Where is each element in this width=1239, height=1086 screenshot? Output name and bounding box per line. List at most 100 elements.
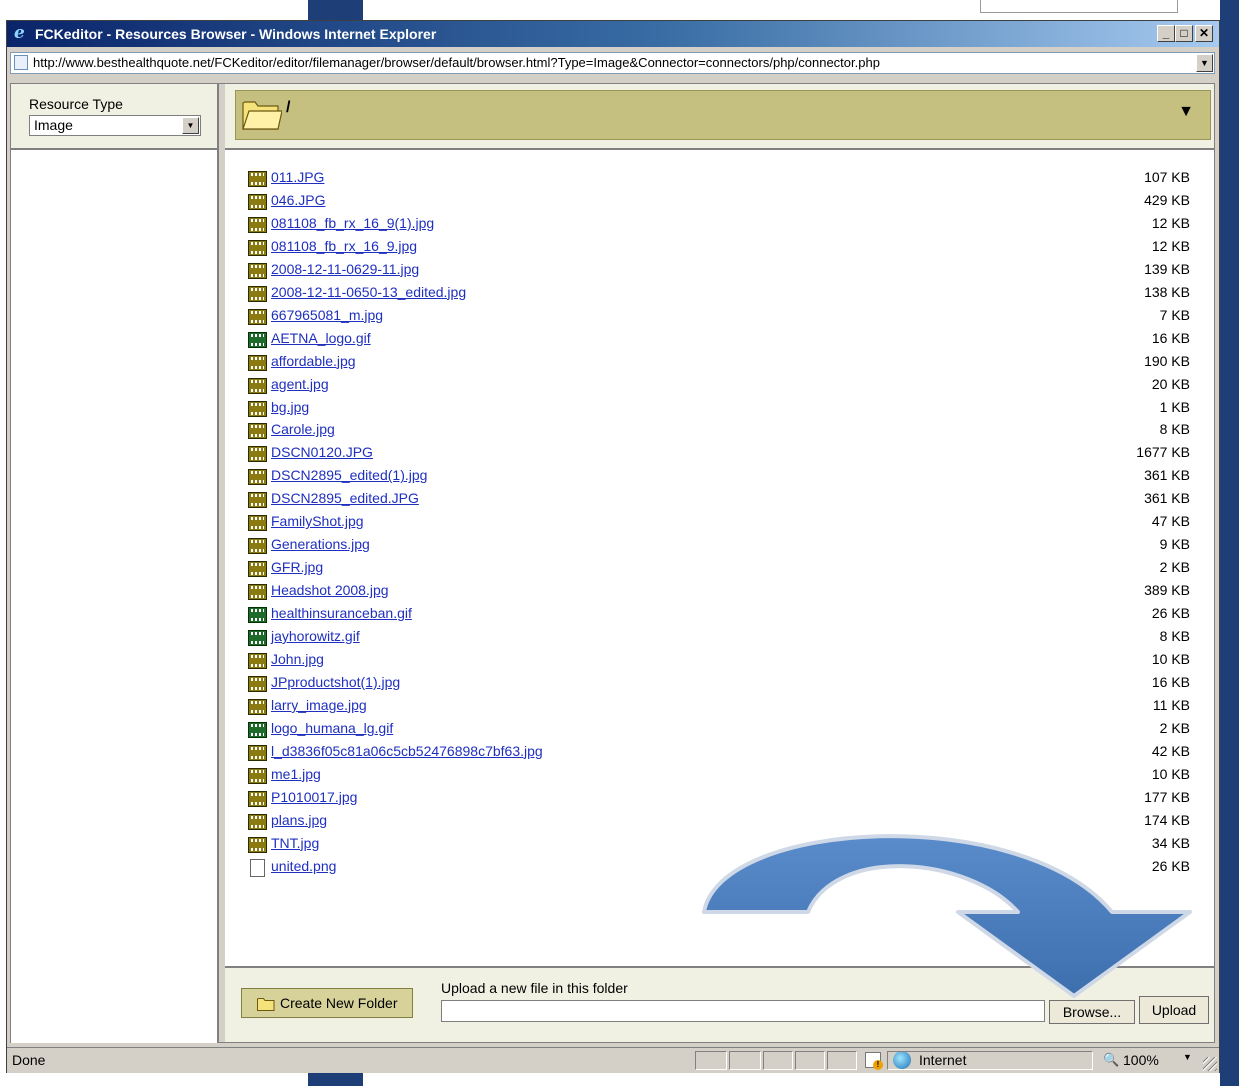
- file-row[interactable]: agent.jpg 20 KB: [225, 373, 1214, 396]
- file-name-link[interactable]: bg.jpg: [271, 399, 309, 415]
- minimize-button[interactable]: _: [1157, 25, 1175, 42]
- chevron-down-icon[interactable]: ▼: [182, 117, 199, 134]
- folder-icon: [257, 998, 275, 1011]
- address-dropdown-button[interactable]: ▼: [1196, 54, 1213, 72]
- file-size: 9 KB: [1159, 536, 1190, 553]
- file-name-link[interactable]: Generations.jpg: [271, 536, 370, 552]
- file-row[interactable]: 2008-12-11-0650-13_edited.jpg 138 KB: [225, 281, 1214, 304]
- file-name-link[interactable]: TNT.jpg: [271, 835, 319, 851]
- status-segment: [887, 1051, 1093, 1070]
- file-name-link[interactable]: united.png: [271, 858, 336, 874]
- file-name-link[interactable]: 081108_fb_rx_16_9(1).jpg: [271, 215, 434, 231]
- file-name-link[interactable]: P1010017.jpg: [271, 789, 357, 805]
- file-row[interactable]: larry_image.jpg 11 KB: [225, 694, 1214, 717]
- file-row[interactable]: 046.JPG 429 KB: [225, 189, 1214, 212]
- folder-tree-panel: [11, 150, 219, 1043]
- file-name-link[interactable]: Headshot 2008.jpg: [271, 582, 389, 598]
- address-bar[interactable]: http://www.besthealthquote.net/FCKeditor…: [10, 52, 1215, 74]
- file-name-link[interactable]: GFR.jpg: [271, 559, 323, 575]
- file-name-link[interactable]: agent.jpg: [271, 376, 329, 392]
- file-row[interactable]: JPproductshot(1).jpg 16 KB: [225, 671, 1214, 694]
- file-size: 138 KB: [1144, 283, 1190, 300]
- file-size: 139 KB: [1144, 260, 1190, 277]
- file-name-link[interactable]: JPproductshot(1).jpg: [271, 674, 400, 690]
- file-name-link[interactable]: 667965081_m.jpg: [271, 307, 383, 323]
- file-row[interactable]: P1010017.jpg 177 KB: [225, 786, 1214, 809]
- file-row[interactable]: DSCN0120.JPG 1677 KB: [225, 441, 1214, 464]
- file-row[interactable]: bg.jpg 1 KB: [225, 396, 1214, 419]
- file-row[interactable]: jayhorowitz.gif 8 KB: [225, 625, 1214, 648]
- file-row[interactable]: AETNA_logo.gif 16 KB: [225, 327, 1214, 350]
- file-row[interactable]: 667965081_m.jpg 7 KB: [225, 304, 1214, 327]
- file-name-link[interactable]: FamilyShot.jpg: [271, 513, 364, 529]
- file-name-link[interactable]: l_d3836f05c81a06c5cb52476898c7bf63.jpg: [271, 743, 543, 759]
- gif-file-icon: [248, 721, 267, 738]
- file-row[interactable]: FamilyShot.jpg 47 KB: [225, 510, 1214, 533]
- file-row[interactable]: DSCN2895_edited.JPG 361 KB: [225, 487, 1214, 510]
- create-new-folder-label: Create New Folder: [280, 995, 398, 1011]
- zoom-level[interactable]: 100%: [1123, 1052, 1159, 1068]
- maximize-button[interactable]: □: [1175, 25, 1193, 42]
- file-row[interactable]: me1.jpg 10 KB: [225, 763, 1214, 786]
- file-name-link[interactable]: 081108_fb_rx_16_9.jpg: [271, 238, 417, 254]
- file-name-link[interactable]: me1.jpg: [271, 766, 321, 782]
- file-row[interactable]: 011.JPG 107 KB: [225, 166, 1214, 189]
- file-row[interactable]: logo_humana_lg.gif 2 KB: [225, 717, 1214, 740]
- file-name-link[interactable]: larry_image.jpg: [271, 697, 367, 713]
- file-name-link[interactable]: 046.JPG: [271, 192, 325, 208]
- file-name-link[interactable]: plans.jpg: [271, 812, 327, 828]
- folder-menu-arrow-icon[interactable]: ▼: [1178, 103, 1194, 121]
- file-name-link[interactable]: Carole.jpg: [271, 421, 335, 437]
- file-row[interactable]: healthinsuranceban.gif 26 KB: [225, 602, 1214, 625]
- resource-type-select[interactable]: Image ▼: [29, 115, 201, 136]
- file-row[interactable]: Headshot 2008.jpg 389 KB: [225, 579, 1214, 602]
- address-url[interactable]: http://www.besthealthquote.net/FCKeditor…: [33, 53, 880, 73]
- current-folder-path: /: [286, 99, 291, 116]
- file-name-link[interactable]: logo_humana_lg.gif: [271, 720, 393, 736]
- file-row[interactable]: 081108_fb_rx_16_9.jpg 12 KB: [225, 235, 1214, 258]
- file-name-link[interactable]: 2008-12-11-0650-13_edited.jpg: [271, 284, 466, 300]
- background-page-edge: [1220, 0, 1239, 1086]
- background-page-input: [980, 0, 1178, 13]
- file-row[interactable]: l_d3836f05c81a06c5cb52476898c7bf63.jpg 42…: [225, 740, 1214, 763]
- file-name-link[interactable]: healthinsuranceban.gif: [271, 605, 412, 621]
- create-new-folder-button[interactable]: Create New Folder: [241, 988, 413, 1018]
- file-row[interactable]: affordable.jpg 190 KB: [225, 350, 1214, 373]
- protected-mode-warning-icon[interactable]: [865, 1052, 883, 1070]
- jpg-file-icon: [248, 675, 267, 692]
- file-name-link[interactable]: DSCN2895_edited.JPG: [271, 490, 419, 506]
- gif-file-icon: [248, 630, 267, 646]
- file-size: 26 KB: [1151, 605, 1190, 622]
- internet-explorer-icon: e: [14, 23, 25, 43]
- file-row[interactable]: 2008-12-11-0629-11.jpg 139 KB: [225, 258, 1214, 281]
- file-name-link[interactable]: DSCN0120.JPG: [271, 444, 373, 460]
- chevron-down-icon[interactable]: ▼: [1183, 1052, 1192, 1062]
- file-name-link[interactable]: 011.JPG: [271, 169, 324, 185]
- gif-file-icon: [248, 331, 267, 348]
- file-name-link[interactable]: DSCN2895_edited(1).jpg: [271, 467, 427, 483]
- page-icon: [14, 55, 28, 70]
- jpg-file-icon: [248, 285, 267, 302]
- jpg-file-icon: [248, 308, 267, 325]
- file-row[interactable]: DSCN2895_edited(1).jpg 361 KB: [225, 464, 1214, 487]
- resource-type-label: Resource Type: [29, 96, 123, 112]
- close-button[interactable]: ✕: [1195, 25, 1213, 42]
- file-row[interactable]: Generations.jpg 9 KB: [225, 533, 1214, 556]
- resize-grip[interactable]: [1203, 1057, 1217, 1071]
- window-title: FCKeditor - Resources Browser - Windows …: [35, 26, 437, 42]
- file-size: 361 KB: [1144, 467, 1190, 484]
- file-row[interactable]: Carole.jpg 8 KB: [225, 418, 1214, 441]
- file-name-link[interactable]: affordable.jpg: [271, 353, 356, 369]
- jpg-file-icon: [248, 698, 267, 715]
- file-size: 47 KB: [1151, 513, 1190, 530]
- file-row[interactable]: GFR.jpg 2 KB: [225, 556, 1214, 579]
- file-size: 177 KB: [1144, 788, 1190, 805]
- file-row[interactable]: 081108_fb_rx_16_9(1).jpg 12 KB: [225, 212, 1214, 235]
- file-name-link[interactable]: AETNA_logo.gif: [271, 330, 371, 346]
- file-name-link[interactable]: 2008-12-11-0629-11.jpg: [271, 261, 419, 277]
- title-bar[interactable]: e FCKeditor - Resources Browser - Window…: [7, 21, 1219, 47]
- file-name-link[interactable]: jayhorowitz.gif: [271, 628, 360, 644]
- jpg-file-icon: [248, 561, 267, 578]
- file-row[interactable]: John.jpg 10 KB: [225, 648, 1214, 671]
- file-name-link[interactable]: John.jpg: [271, 651, 324, 667]
